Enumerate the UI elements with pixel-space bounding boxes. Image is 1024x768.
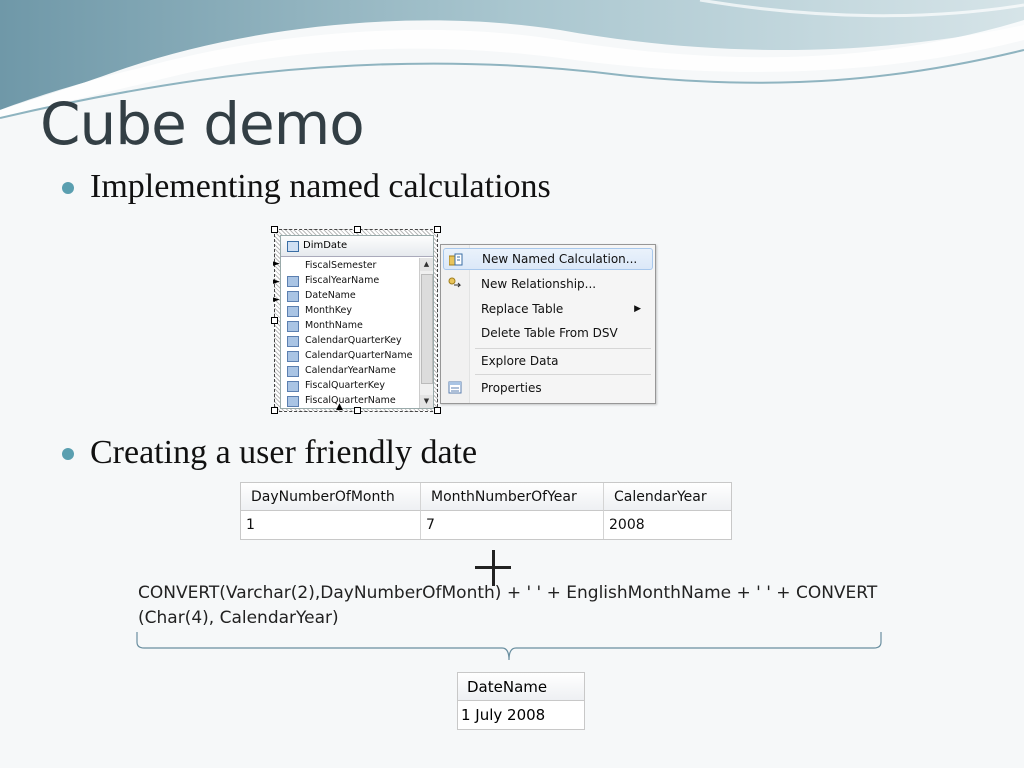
menu-separator <box>475 348 651 349</box>
column-icon <box>287 396 299 407</box>
formula-expression: CONVERT(Varchar(2),DayNumberOfMonth) + '… <box>138 581 898 631</box>
column-item[interactable]: DateName <box>281 288 419 303</box>
column-header[interactable]: MonthNumberOfYear <box>421 483 604 511</box>
column-icon <box>287 306 299 317</box>
scroll-up-icon[interactable]: ▲ <box>420 258 433 271</box>
resize-handle[interactable] <box>354 407 361 414</box>
column-item[interactable]: CalendarYearName <box>281 363 419 378</box>
column-icon <box>287 336 299 347</box>
column-item[interactable]: FiscalYearName <box>281 273 419 288</box>
column-icon <box>287 351 299 362</box>
menu-item-properties[interactable]: Properties <box>443 377 651 399</box>
relationship-arrow-icon: ► <box>273 295 280 305</box>
bullet-named-calculations: Implementing named calculations <box>62 168 551 206</box>
bullet-user-friendly-date: Creating a user friendly date <box>62 434 477 472</box>
table-icon <box>287 241 299 252</box>
context-menu[interactable]: New Named Calculation... New Relationshi… <box>440 244 656 404</box>
column-item[interactable]: MonthName <box>281 318 419 333</box>
brace-icon <box>136 632 882 661</box>
resize-handle[interactable] <box>271 317 278 324</box>
column-icon <box>287 276 299 287</box>
column-icon <box>287 366 299 377</box>
relationship-arrow-icon: ► <box>273 277 280 287</box>
column-header[interactable]: DayNumberOfMonth <box>241 483 421 511</box>
column-header[interactable]: DateName <box>458 673 584 701</box>
relationship-arrow-icon: ▲ <box>336 402 343 412</box>
slide-title: Cube demo <box>40 90 365 158</box>
column-item[interactable]: CalendarQuarterName <box>281 348 419 363</box>
resize-handle[interactable] <box>434 407 441 414</box>
column-item[interactable]: FiscalQuarterKey <box>281 378 419 393</box>
scroll-down-icon[interactable]: ▼ <box>420 395 433 408</box>
table-cell[interactable]: 2008 <box>604 511 731 539</box>
table-cell[interactable]: 1 July 2008 <box>458 701 584 729</box>
bullet-dot-icon <box>62 448 74 460</box>
relationship-arrow-icon: ► <box>273 259 280 269</box>
table-box[interactable]: DimDate FiscalSemester FiscalYearName Da… <box>280 235 434 409</box>
named-calculation-icon <box>449 253 463 266</box>
resize-handle[interactable] <box>271 407 278 414</box>
menu-separator <box>475 374 651 375</box>
column-list[interactable]: FiscalSemester FiscalYearName DateName M… <box>281 258 419 408</box>
submenu-arrow-icon: ▶ <box>634 304 641 314</box>
result-table: DateName 1 July 2008 <box>457 672 585 730</box>
relationship-icon <box>448 277 462 288</box>
resize-handle[interactable] <box>354 226 361 233</box>
scroll-thumb[interactable] <box>421 274 433 384</box>
column-icon <box>287 321 299 332</box>
resize-handle[interactable] <box>434 226 441 233</box>
dimdate-table-designer[interactable]: DimDate FiscalSemester FiscalYearName Da… <box>271 226 441 414</box>
menu-item-replace-table[interactable]: Replace Table ▶ <box>443 298 651 320</box>
resize-handle[interactable] <box>271 226 278 233</box>
formula-line: CONVERT(Varchar(2),DayNumberOfMonth) + '… <box>138 583 878 603</box>
column-icon <box>287 381 299 392</box>
column-item[interactable]: FiscalQuarterName <box>281 393 419 408</box>
formula-line: (Char(4), CalendarYear) <box>138 608 339 628</box>
column-item[interactable]: FiscalSemester <box>281 258 419 273</box>
column-item[interactable]: CalendarQuarterKey <box>281 333 419 348</box>
menu-item-delete-table[interactable]: Delete Table From DSV <box>443 322 651 344</box>
bullet-text: Creating a user friendly date <box>90 434 478 471</box>
table-cell[interactable]: 7 <box>421 511 604 539</box>
column-item[interactable]: MonthKey <box>281 303 419 318</box>
bullet-text: Implementing named calculations <box>90 168 551 205</box>
bullet-dot-icon <box>62 182 74 194</box>
menu-item-explore-data[interactable]: Explore Data <box>443 350 651 372</box>
column-icon <box>287 291 299 302</box>
source-data-table: DayNumberOfMonth MonthNumberOfYear Calen… <box>240 482 732 540</box>
menu-item-new-relationship[interactable]: New Relationship... <box>443 273 651 295</box>
column-header[interactable]: CalendarYear <box>604 483 731 511</box>
column-scrollbar[interactable]: ▲ ▼ <box>419 258 433 408</box>
table-cell[interactable]: 1 <box>241 511 421 539</box>
menu-item-new-named-calculation[interactable]: New Named Calculation... <box>443 248 653 270</box>
properties-icon <box>448 381 462 394</box>
table-header[interactable]: DimDate <box>281 236 433 257</box>
table-name: DimDate <box>303 240 348 251</box>
